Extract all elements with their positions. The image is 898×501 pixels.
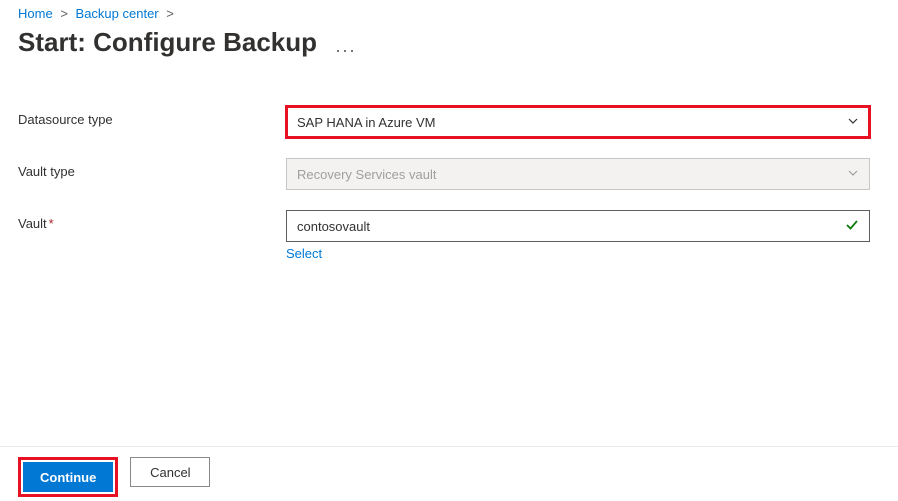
row-vault-type: Vault type Recovery Services vault — [18, 158, 880, 190]
breadcrumb-backup-center[interactable]: Backup center — [76, 6, 159, 21]
cancel-button[interactable]: Cancel — [130, 457, 210, 487]
breadcrumb-home[interactable]: Home — [18, 6, 53, 21]
chevron-down-icon — [847, 167, 859, 182]
chevron-down-icon — [847, 115, 859, 130]
vault-type-select: Recovery Services vault — [286, 158, 870, 190]
title-area: Start: Configure Backup ... — [18, 27, 880, 58]
breadcrumb-separator: > — [166, 6, 174, 21]
continue-button[interactable]: Continue — [23, 462, 113, 492]
required-asterisk: * — [49, 216, 54, 231]
page-title: Start: Configure Backup — [18, 27, 317, 58]
label-datasource-type: Datasource type — [18, 106, 286, 127]
more-actions-icon[interactable]: ... — [335, 36, 356, 56]
continue-highlight: Continue — [18, 457, 118, 497]
label-vault: Vault* — [18, 210, 286, 231]
vault-input[interactable]: contosovault — [286, 210, 870, 242]
checkmark-icon — [845, 218, 859, 235]
vault-value: contosovault — [297, 219, 370, 234]
breadcrumb: Home > Backup center > — [18, 6, 880, 21]
label-vault-type: Vault type — [18, 158, 286, 179]
label-vault-text: Vault — [18, 216, 47, 231]
vault-type-value: Recovery Services vault — [297, 167, 436, 182]
form-area: Datasource type SAP HANA in Azure VM Vau… — [18, 106, 880, 263]
breadcrumb-separator: > — [60, 6, 68, 21]
row-datasource-type: Datasource type SAP HANA in Azure VM — [18, 106, 880, 138]
vault-select-link[interactable]: Select — [286, 246, 322, 261]
datasource-type-value: SAP HANA in Azure VM — [297, 115, 436, 130]
datasource-type-select[interactable]: SAP HANA in Azure VM — [286, 106, 870, 138]
row-vault: Vault* contosovault Select — [18, 210, 880, 263]
footer: Continue Cancel — [0, 446, 898, 501]
